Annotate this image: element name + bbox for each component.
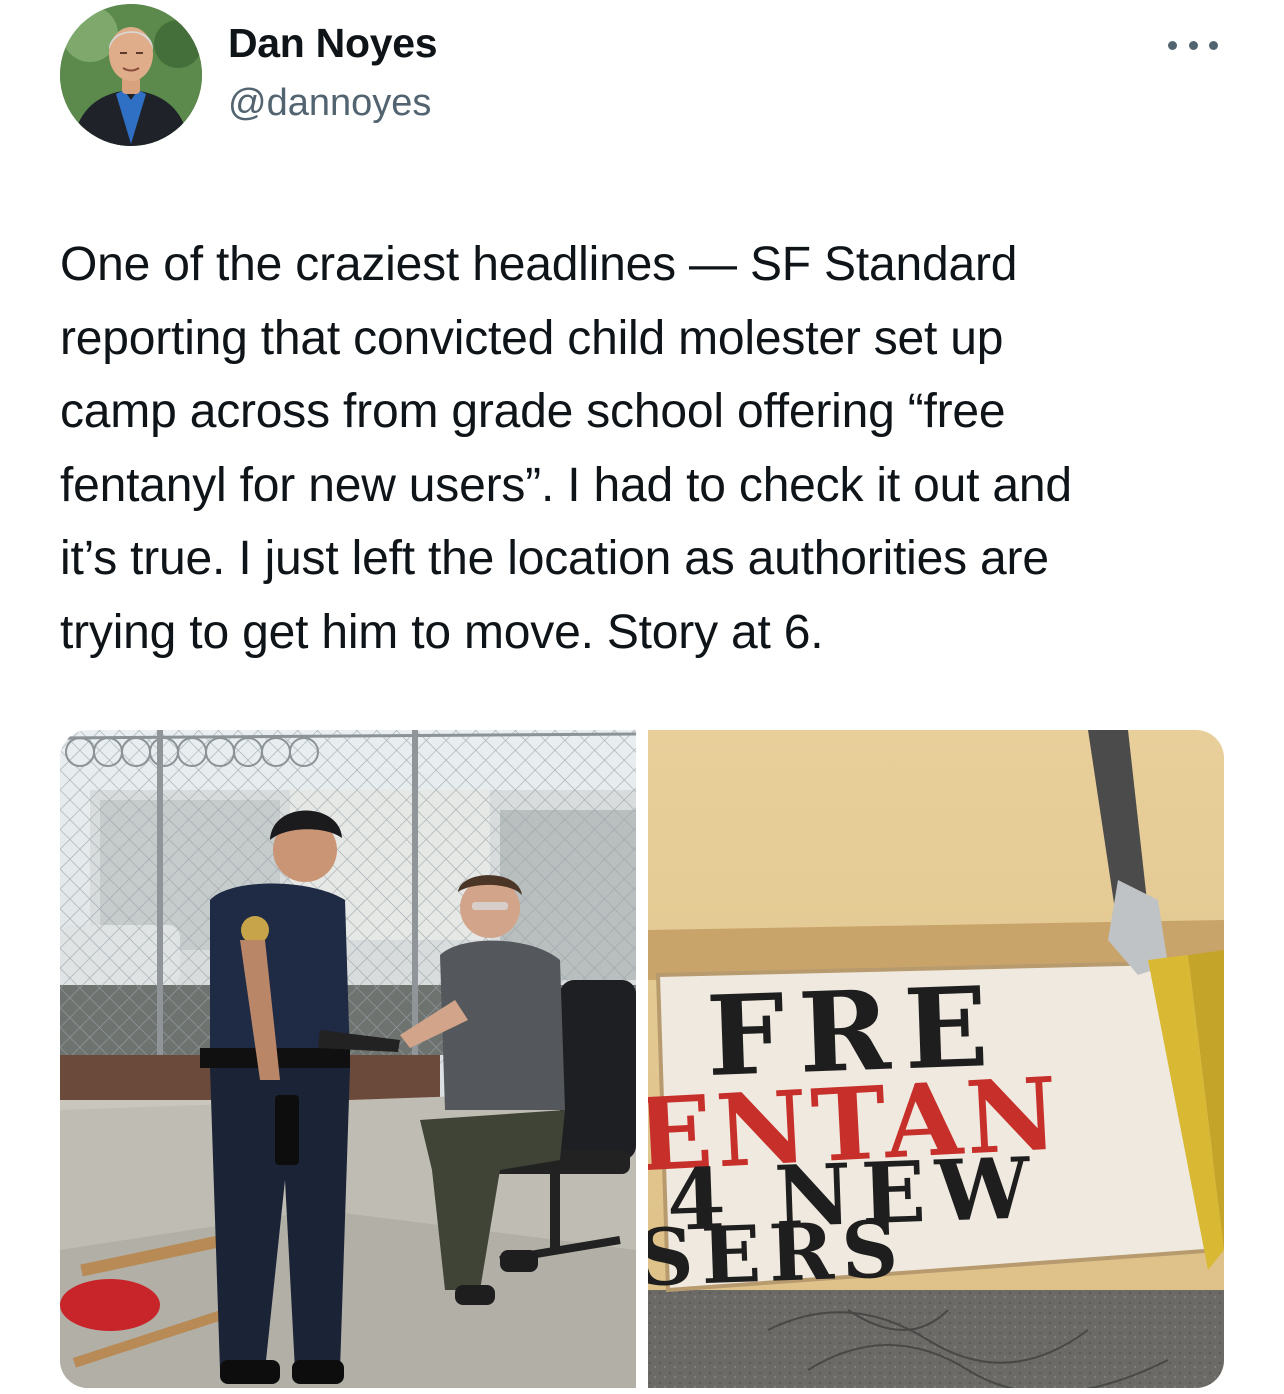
author-handle[interactable]: @dannoyes [228, 82, 431, 125]
sign-line-4: SERS [648, 1204, 907, 1304]
photo-police-encounter-image [60, 730, 636, 1388]
photo-fentanyl-sign[interactable]: FRE ENTAN 4 NEW SERS [648, 730, 1224, 1388]
avatar[interactable] [60, 4, 202, 146]
profile-photo-icon [60, 4, 202, 146]
media-grid: FRE ENTAN 4 NEW SERS [60, 730, 1224, 1388]
author-display-name[interactable]: Dan Noyes [228, 20, 438, 67]
more-horizontal-icon [1209, 40, 1218, 50]
more-horizontal-icon [1188, 40, 1198, 50]
more-horizontal-icon [1168, 40, 1177, 50]
photo-fentanyl-sign-image: FRE ENTAN 4 NEW SERS [648, 730, 1224, 1388]
more-options-button[interactable] [1168, 30, 1218, 60]
photo-police-encounter[interactable] [60, 730, 636, 1388]
tweet-text: One of the craziest headlines — SF Stand… [60, 238, 1072, 659]
tweet: Dan Noyes @dannoyes One of the craziest … [0, 0, 1284, 1394]
